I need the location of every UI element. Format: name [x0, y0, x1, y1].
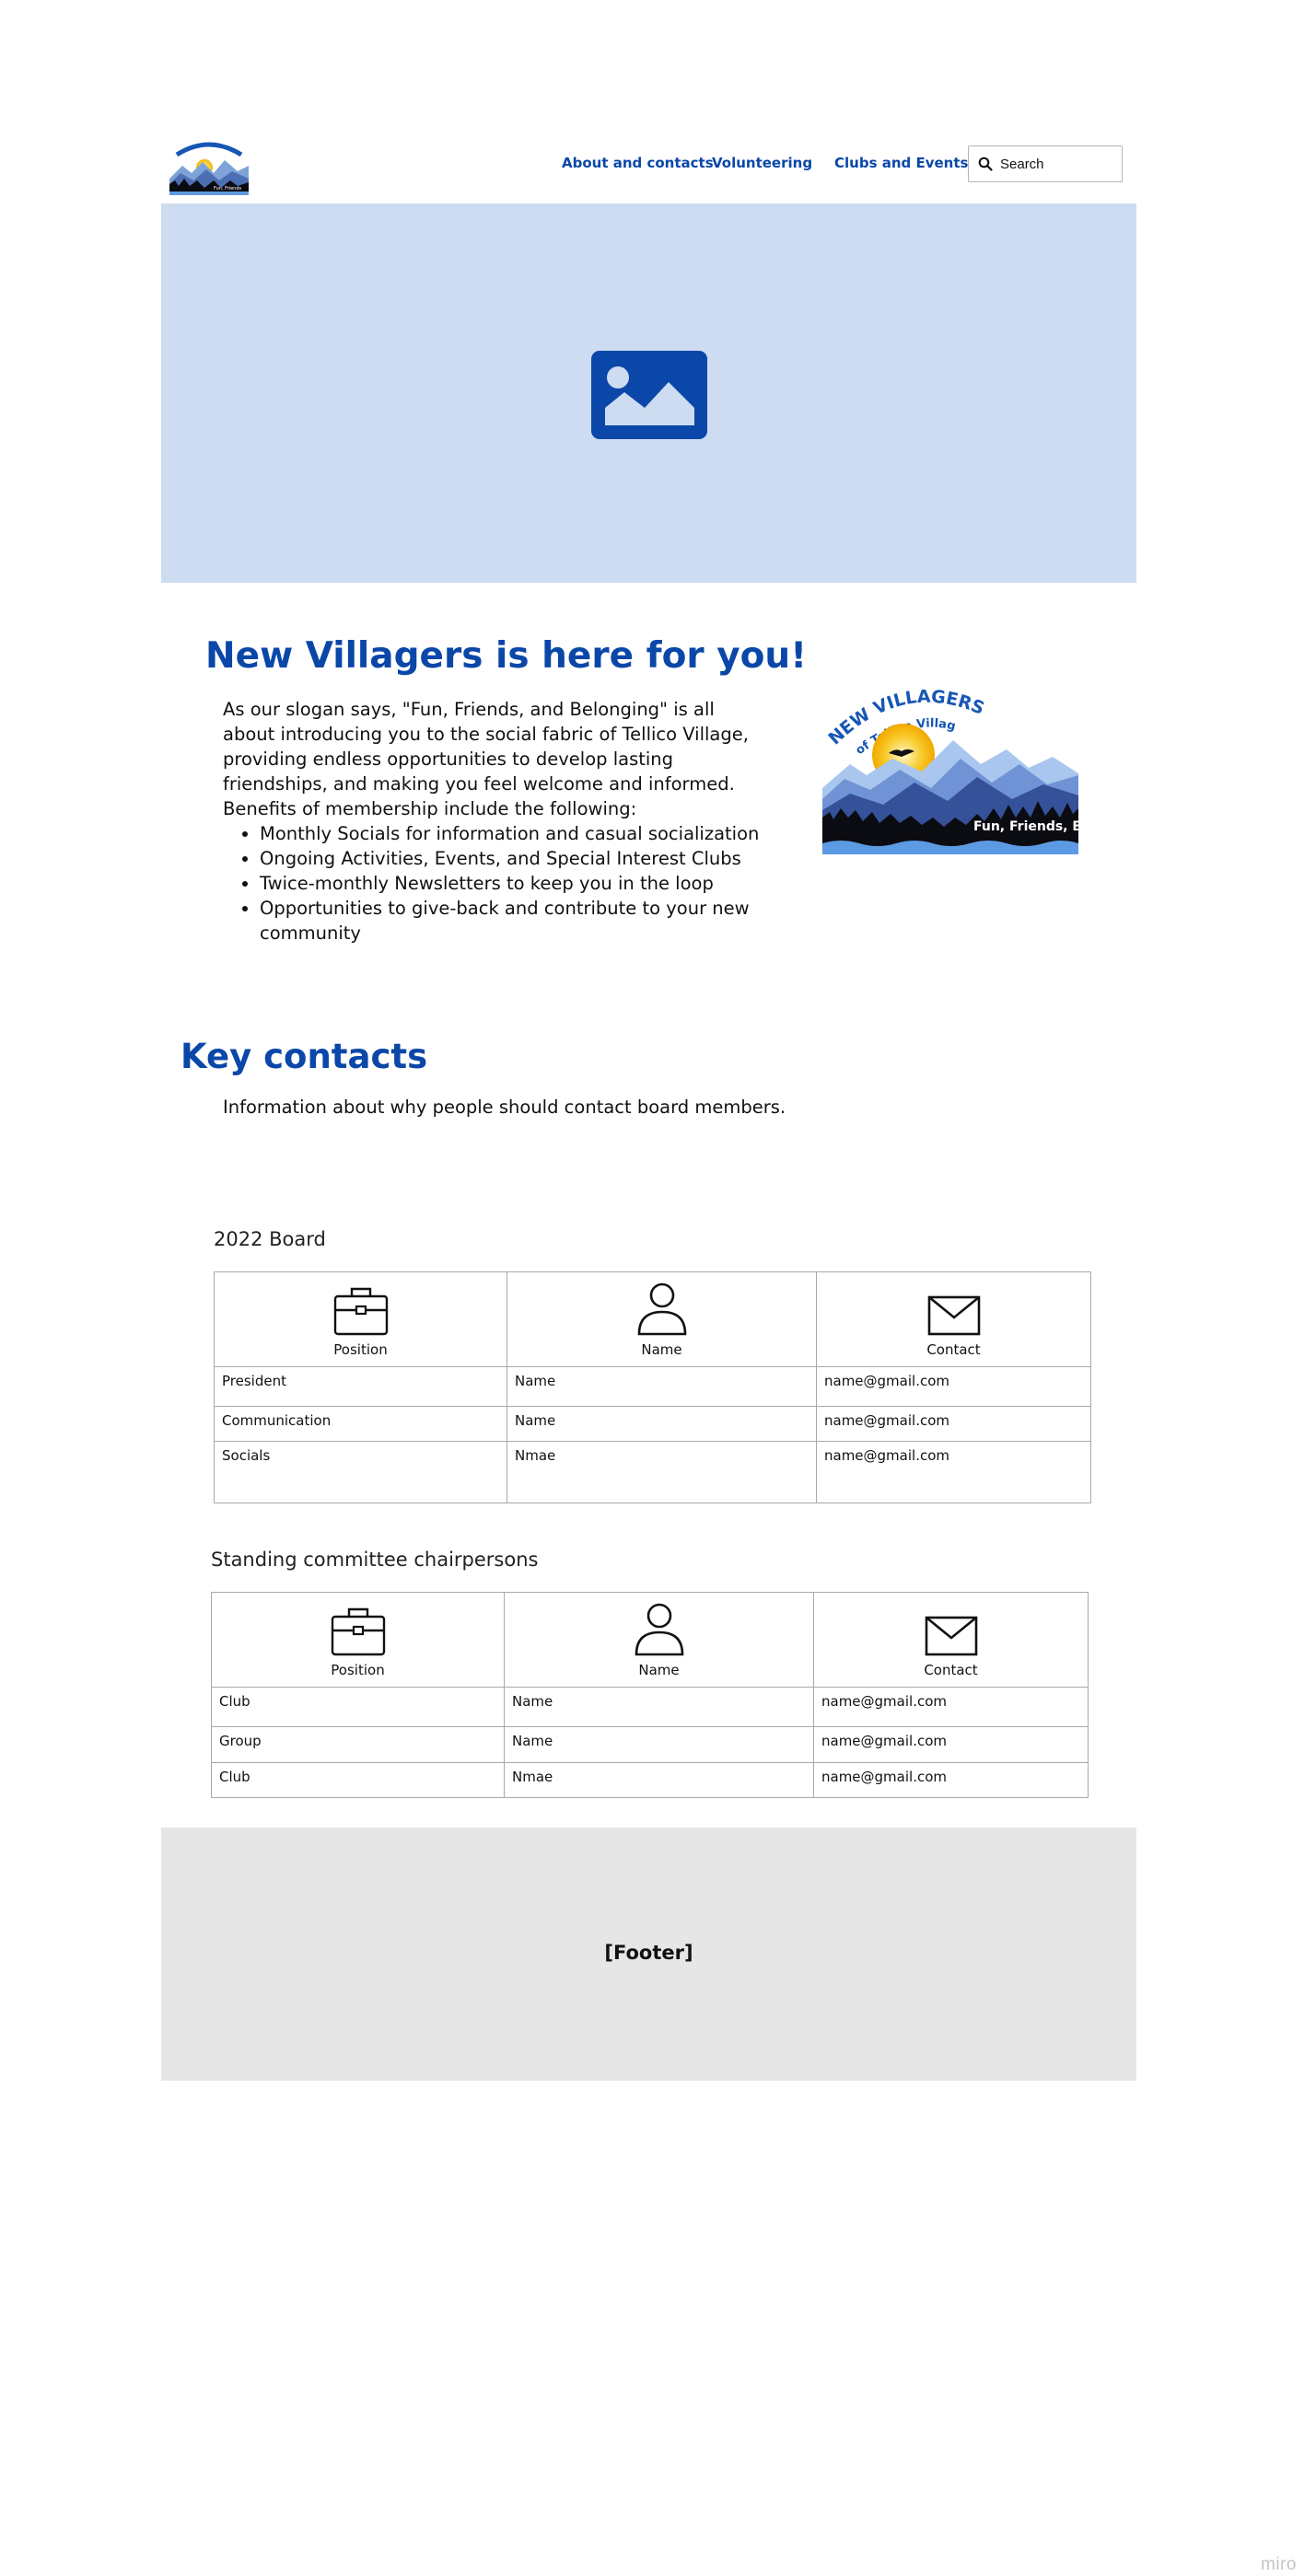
name-cell: Nmae	[507, 1441, 817, 1503]
name-cell: Name	[507, 1366, 817, 1407]
column-header-label: Contact	[924, 1662, 978, 1678]
name-cell: Name	[504, 1687, 814, 1727]
board-table: Position Name Contact President Name nam…	[214, 1271, 1091, 1503]
table-row: Communication Name name@gmail.com	[214, 1406, 1091, 1442]
position-cell: Club	[211, 1687, 505, 1727]
contact-cell[interactable]: name@gmail.com	[813, 1687, 1089, 1727]
key-contacts-heading: Key contacts	[181, 1037, 428, 1076]
envelope-icon	[925, 1616, 977, 1656]
name-cell: Nmae	[504, 1762, 814, 1798]
position-cell: Group	[211, 1726, 505, 1763]
table-row: Club Nmae name@gmail.com	[211, 1762, 1089, 1798]
name-column-header: Name	[504, 1592, 814, 1688]
name-cell: Name	[507, 1406, 817, 1442]
list-item: Opportunities to give-back and contribut…	[260, 896, 764, 946]
table-row: Group Name name@gmail.com	[211, 1726, 1089, 1763]
intro-text: As our slogan says, "Fun, Friends, and B…	[223, 697, 764, 946]
position-cell: Communication	[214, 1406, 507, 1442]
contact-cell[interactable]: name@gmail.com	[816, 1406, 1091, 1442]
column-header-label: Position	[333, 1341, 388, 1358]
nav-clubs-events[interactable]: Clubs and Events	[834, 155, 968, 171]
envelope-icon	[927, 1295, 980, 1336]
position-column-header: Position	[214, 1271, 507, 1367]
svg-text:Fun, Friends, Belonging: Fun, Friends, Belonging	[973, 819, 1078, 834]
list-item: Monthly Socials for information and casu…	[260, 821, 764, 846]
table-row: Socials Nmae name@gmail.com	[214, 1441, 1091, 1503]
committee-table-title: Standing committee chairpersons	[211, 1549, 539, 1571]
board-table-title: 2022 Board	[214, 1228, 326, 1250]
image-placeholder-icon	[591, 351, 707, 439]
key-contacts-description: Information about why people should cont…	[223, 1097, 786, 1118]
footer-label: [Footer]	[604, 1942, 693, 1964]
person-icon	[637, 1282, 686, 1336]
committee-table: Position Name Contact Club Name name@gma…	[211, 1592, 1089, 1798]
contact-cell[interactable]: name@gmail.com	[816, 1366, 1091, 1407]
column-header-label: Contact	[926, 1341, 981, 1358]
search-input[interactable]	[1000, 156, 1101, 172]
contact-cell[interactable]: name@gmail.com	[816, 1441, 1091, 1503]
search-icon	[978, 157, 993, 171]
position-cell: President	[214, 1366, 507, 1407]
column-header-label: Name	[641, 1341, 682, 1358]
intro-heading: New Villagers is here for you!	[205, 635, 807, 677]
miro-watermark: miro	[1261, 2555, 1297, 2574]
list-item: Ongoing Activities, Events, and Special …	[260, 846, 764, 871]
column-header-label: Position	[331, 1662, 385, 1678]
svg-text:Fun, Friends: Fun, Friends	[214, 186, 241, 191]
table-row: President Name name@gmail.com	[214, 1366, 1091, 1407]
position-cell: Club	[211, 1762, 505, 1798]
position-column-header: Position	[211, 1592, 505, 1688]
nav-about-contacts[interactable]: About and contacts	[562, 155, 714, 171]
briefcase-icon	[331, 1607, 385, 1656]
name-cell: Name	[504, 1726, 814, 1763]
name-column-header: Name	[507, 1271, 817, 1367]
contact-cell[interactable]: name@gmail.com	[813, 1762, 1089, 1798]
intro-paragraph: As our slogan says, "Fun, Friends, and B…	[223, 699, 749, 819]
search-box[interactable]	[968, 145, 1123, 182]
club-logo: NEW VILLAGERS CLUB of Tellico Village Fu…	[815, 664, 1146, 854]
site-logo[interactable]: Fun, Friends	[169, 138, 249, 195]
table-row: Club Name name@gmail.com	[211, 1687, 1089, 1727]
column-header-label: Name	[638, 1662, 680, 1678]
footer: [Footer]	[161, 1828, 1136, 2081]
contact-cell[interactable]: name@gmail.com	[813, 1726, 1089, 1763]
contact-column-header: Contact	[813, 1592, 1089, 1688]
person-icon	[635, 1603, 683, 1656]
benefits-list: Monthly Socials for information and casu…	[223, 821, 764, 946]
list-item: Twice-monthly Newsletters to keep you in…	[260, 871, 764, 896]
position-cell: Socials	[214, 1441, 507, 1503]
contact-column-header: Contact	[816, 1271, 1091, 1367]
briefcase-icon	[333, 1287, 388, 1336]
nav-volunteering[interactable]: Volunteering	[712, 155, 812, 171]
